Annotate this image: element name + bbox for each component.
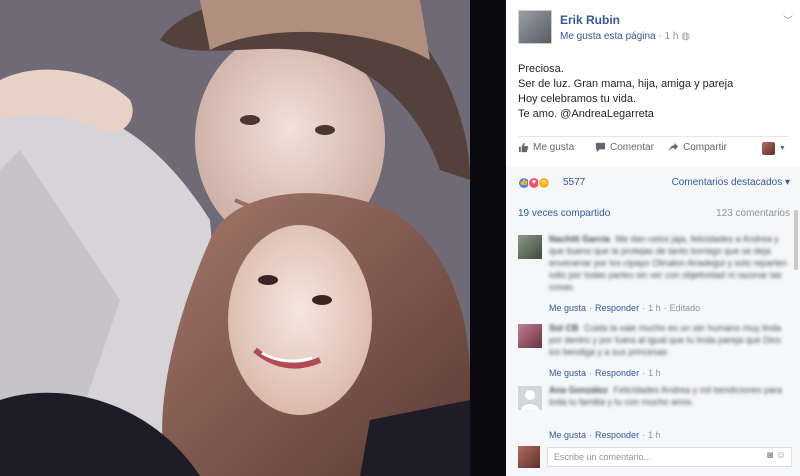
comment-edited: Editado (669, 303, 701, 313)
page-avatar[interactable] (518, 10, 552, 44)
post-photo[interactable] (0, 0, 470, 476)
haha-reaction-icon: ☺ (538, 177, 550, 189)
share-label: Compartir (683, 142, 727, 153)
caret-down-icon: ▼ (779, 145, 786, 152)
like-label: Me gusta (533, 142, 575, 153)
comment-like-link[interactable]: Me gusta (549, 368, 586, 378)
comment-time[interactable]: 1 h (648, 430, 661, 440)
thumbs-up-icon (518, 142, 529, 153)
comment-body: Nachitt Garcia Me dan celos jaja, felici… (549, 233, 789, 293)
dot: · (642, 430, 646, 440)
dot: · (589, 430, 593, 440)
reaction-icons[interactable]: 👍 ♥ ☺ (518, 177, 550, 189)
dot: · (589, 303, 593, 313)
selfie-photo (0, 0, 470, 476)
comment-actions: Me gusta · Responder · 1 h (549, 368, 661, 378)
scrollbar[interactable] (794, 210, 798, 270)
sticker-icon[interactable]: ☺ (776, 450, 786, 461)
comment-count[interactable]: 123 comentarios (716, 208, 790, 219)
comment-actions: Me gusta · Responder · 1 h · Editado (549, 303, 700, 313)
like-page-link[interactable]: Me gusta esta página (560, 31, 656, 42)
chevron-down-icon[interactable]: ﹀ (783, 12, 793, 27)
comment-actions: Me gusta · Responder · 1 h (549, 430, 661, 440)
commenter-name[interactable]: Sol CB (549, 323, 579, 333)
comment-text: Cuida la vale mucho es un ser humano muy… (549, 323, 782, 357)
viewer-gap (470, 0, 506, 476)
comment-reply-link[interactable]: Responder (595, 430, 639, 440)
like-button[interactable]: Me gusta (518, 142, 574, 153)
reactions-bar: 👍 ♥ ☺ 5577 Comentarios destacados ▾ (506, 167, 800, 199)
share-button[interactable]: Compartir (668, 142, 727, 153)
user-avatar (518, 446, 540, 468)
comment-icon (595, 142, 606, 153)
comment-label: Comentar (610, 142, 654, 153)
comment-body: Ana González Felicidades Andrea y mil be… (549, 384, 789, 408)
post-line: Hoy celebramos tu vida. (518, 93, 636, 105)
post-line: Te amo. @AndreaLegarreta (518, 108, 654, 120)
comment-time[interactable]: 1 h (648, 368, 661, 378)
comment-like-link[interactable]: Me gusta (549, 303, 586, 313)
post-line: Ser de luz. Gran mama, hija, amiga y par… (518, 78, 734, 90)
post-line: Preciosa. (518, 63, 564, 75)
comments-list: Nachitt Garcia Me dan celos jaja, felici… (506, 227, 800, 476)
dot: · (663, 303, 667, 313)
dot: · (642, 368, 646, 378)
share-icon (668, 142, 679, 152)
reaction-count[interactable]: 5577 (563, 177, 585, 188)
default-avatar-icon (521, 390, 539, 410)
comment-body: Sol CB Cuida la vale mucho es un ser hum… (549, 322, 789, 358)
commenter-avatar[interactable] (518, 324, 542, 348)
post-side-panel: Erik Rubin Me gusta esta página · 1 h ◍ … (506, 0, 800, 476)
divider (518, 136, 788, 137)
commenter-avatar[interactable] (518, 386, 542, 410)
comment-input[interactable]: Escribe un comentario... (547, 447, 792, 467)
share-count[interactable]: 19 veces compartido (518, 208, 610, 219)
commenter-name[interactable]: Nachitt Garcia (549, 234, 610, 244)
commenter-avatar[interactable] (518, 235, 542, 259)
post-header: Erik Rubin Me gusta esta página · 1 h ◍ … (518, 10, 793, 50)
camera-icon[interactable]: ◙ (767, 450, 773, 461)
dot: · (642, 303, 646, 313)
globe-icon: ◍ (681, 31, 690, 42)
comment-time[interactable]: 1 h (648, 303, 661, 313)
commenter-name[interactable]: Ana González (549, 385, 608, 395)
comment-like-link[interactable]: Me gusta (549, 430, 586, 440)
comment-composer: Escribe un comentario... ◙ ☺ (518, 444, 792, 470)
post-text: Preciosa. Ser de luz. Gran mama, hija, a… (518, 62, 788, 122)
dot: · (589, 368, 593, 378)
post-meta: Me gusta esta página · 1 h ◍ (560, 31, 690, 42)
shares-row: 19 veces compartido 123 comentarios (506, 199, 800, 227)
comment-reply-link[interactable]: Responder (595, 303, 639, 313)
author-name[interactable]: Erik Rubin (560, 13, 620, 27)
top-comments-dropdown[interactable]: Comentarios destacados ▾ (672, 177, 790, 188)
post-time[interactable]: 1 h (665, 31, 679, 42)
comment-reply-link[interactable]: Responder (595, 368, 639, 378)
post-actions: Me gusta Comentar Compartir ▼ (518, 142, 793, 160)
user-avatar (762, 142, 775, 155)
composer-icons: ◙ ☺ (767, 450, 786, 461)
comment-button[interactable]: Comentar (595, 142, 654, 153)
reaction-as-selector[interactable]: ▼ (762, 142, 786, 155)
